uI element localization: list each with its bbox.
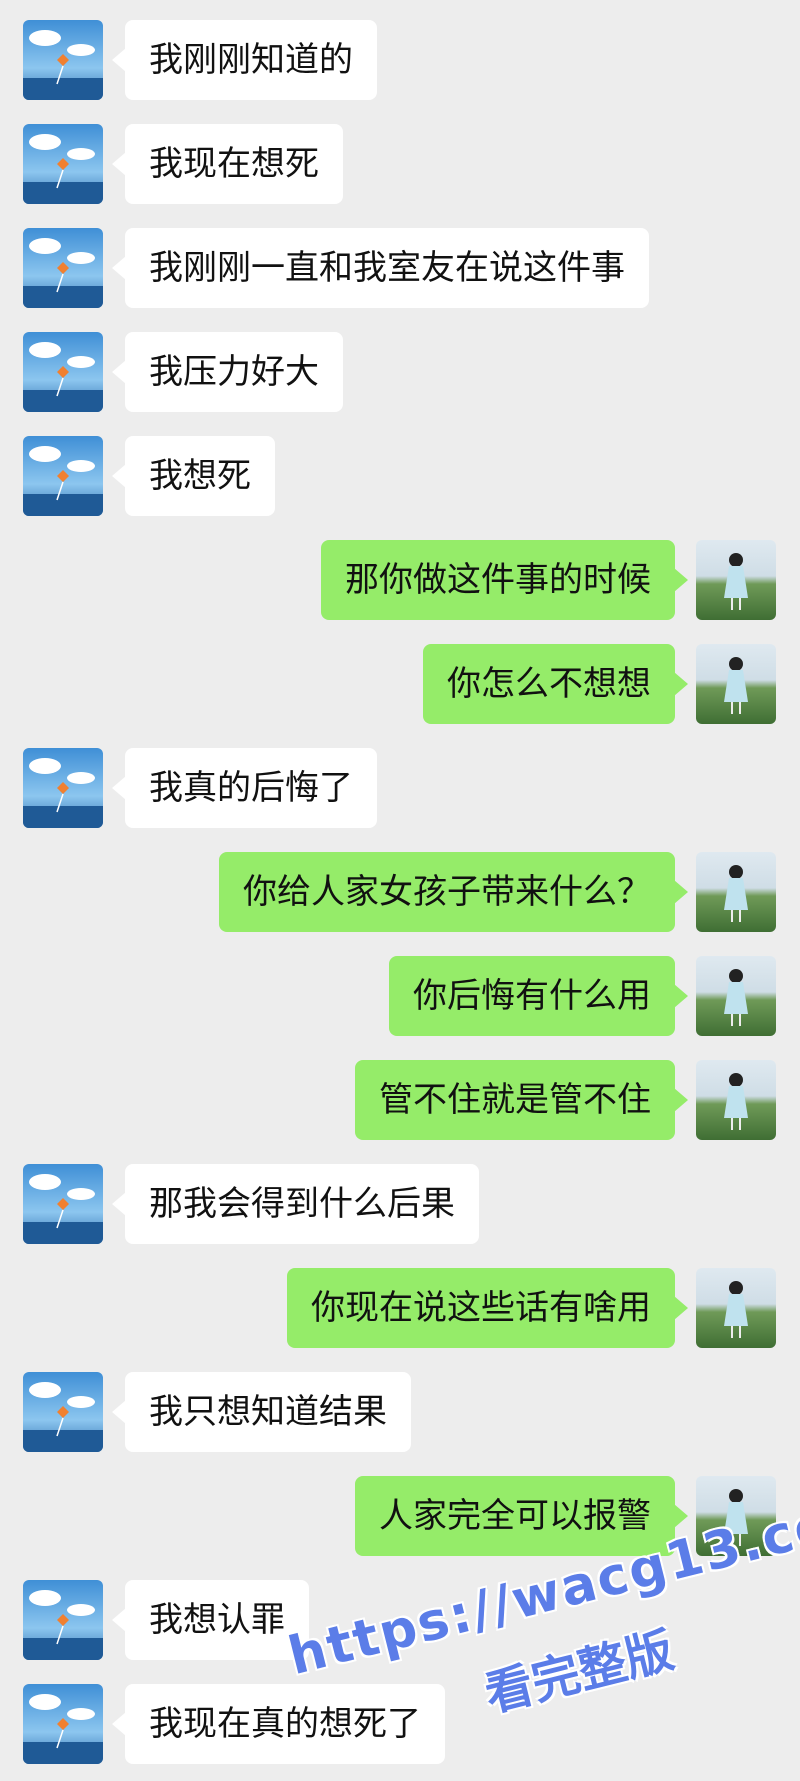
- message-row: 那你做这件事的时候: [0, 540, 800, 620]
- message-row: 我想死: [0, 436, 800, 516]
- girl-in-field-avatar[interactable]: [696, 1268, 776, 1348]
- outgoing-message-bubble[interactable]: 管不住就是管不住: [355, 1060, 688, 1140]
- message-row: 我现在想死: [0, 124, 800, 204]
- outgoing-message-bubble[interactable]: 那你做这件事的时候: [321, 540, 688, 620]
- sky-ocean-kite-avatar[interactable]: [23, 748, 103, 828]
- sky-ocean-kite-avatar[interactable]: [23, 1372, 103, 1452]
- incoming-message-bubble[interactable]: 我现在想死: [112, 124, 343, 204]
- girl-in-field-avatar[interactable]: [696, 644, 776, 724]
- message-row: 我只想知道结果: [0, 1372, 800, 1452]
- message-row: 我想认罪: [0, 1580, 800, 1660]
- incoming-message-bubble[interactable]: 我想死: [112, 436, 275, 516]
- incoming-message-bubble[interactable]: 我现在真的想死了: [112, 1684, 445, 1764]
- sky-ocean-kite-avatar[interactable]: [23, 1580, 103, 1660]
- outgoing-message-bubble[interactable]: 人家完全可以报警: [355, 1476, 688, 1556]
- sky-ocean-kite-avatar[interactable]: [23, 1684, 103, 1764]
- sky-ocean-kite-avatar[interactable]: [23, 20, 103, 100]
- message-row: 我压力好大: [0, 332, 800, 412]
- message-row: 我现在真的想死了: [0, 1684, 800, 1764]
- girl-in-field-avatar[interactable]: [696, 1476, 776, 1556]
- message-row: 人家完全可以报警: [0, 1476, 800, 1556]
- message-row: 管不住就是管不住: [0, 1060, 800, 1140]
- incoming-message-bubble[interactable]: 那我会得到什么后果: [112, 1164, 479, 1244]
- outgoing-message-bubble[interactable]: 你后悔有什么用: [389, 956, 688, 1036]
- message-row: 你后悔有什么用: [0, 956, 800, 1036]
- sky-ocean-kite-avatar[interactable]: [23, 436, 103, 516]
- incoming-message-bubble[interactable]: 我刚刚一直和我室友在说这件事: [112, 228, 649, 308]
- message-row: 你现在说这些话有啥用: [0, 1268, 800, 1348]
- incoming-message-bubble[interactable]: 我想认罪: [112, 1580, 309, 1660]
- outgoing-message-bubble[interactable]: 你给人家女孩子带来什么？: [219, 852, 688, 932]
- girl-in-field-avatar[interactable]: [696, 540, 776, 620]
- message-row: 你怎么不想想: [0, 644, 800, 724]
- incoming-message-bubble[interactable]: 我刚刚知道的: [112, 20, 377, 100]
- chat-message-list[interactable]: 我刚刚知道的 我现在想死 我刚刚一直和我室友在说这件事 我压力好大 我想死 那你…: [0, 0, 800, 1781]
- outgoing-message-bubble[interactable]: 你现在说这些话有啥用: [287, 1268, 688, 1348]
- sky-ocean-kite-avatar[interactable]: [23, 1164, 103, 1244]
- message-row: 我刚刚一直和我室友在说这件事: [0, 228, 800, 308]
- incoming-message-bubble[interactable]: 我只想知道结果: [112, 1372, 411, 1452]
- message-row: 我真的后悔了: [0, 748, 800, 828]
- message-row: 我刚刚知道的: [0, 20, 800, 100]
- message-row: 那我会得到什么后果: [0, 1164, 800, 1244]
- sky-ocean-kite-avatar[interactable]: [23, 228, 103, 308]
- girl-in-field-avatar[interactable]: [696, 1060, 776, 1140]
- incoming-message-bubble[interactable]: 我压力好大: [112, 332, 343, 412]
- girl-in-field-avatar[interactable]: [696, 956, 776, 1036]
- message-row: 你给人家女孩子带来什么？: [0, 852, 800, 932]
- sky-ocean-kite-avatar[interactable]: [23, 124, 103, 204]
- incoming-message-bubble[interactable]: 我真的后悔了: [112, 748, 377, 828]
- sky-ocean-kite-avatar[interactable]: [23, 332, 103, 412]
- girl-in-field-avatar[interactable]: [696, 852, 776, 932]
- outgoing-message-bubble[interactable]: 你怎么不想想: [423, 644, 688, 724]
